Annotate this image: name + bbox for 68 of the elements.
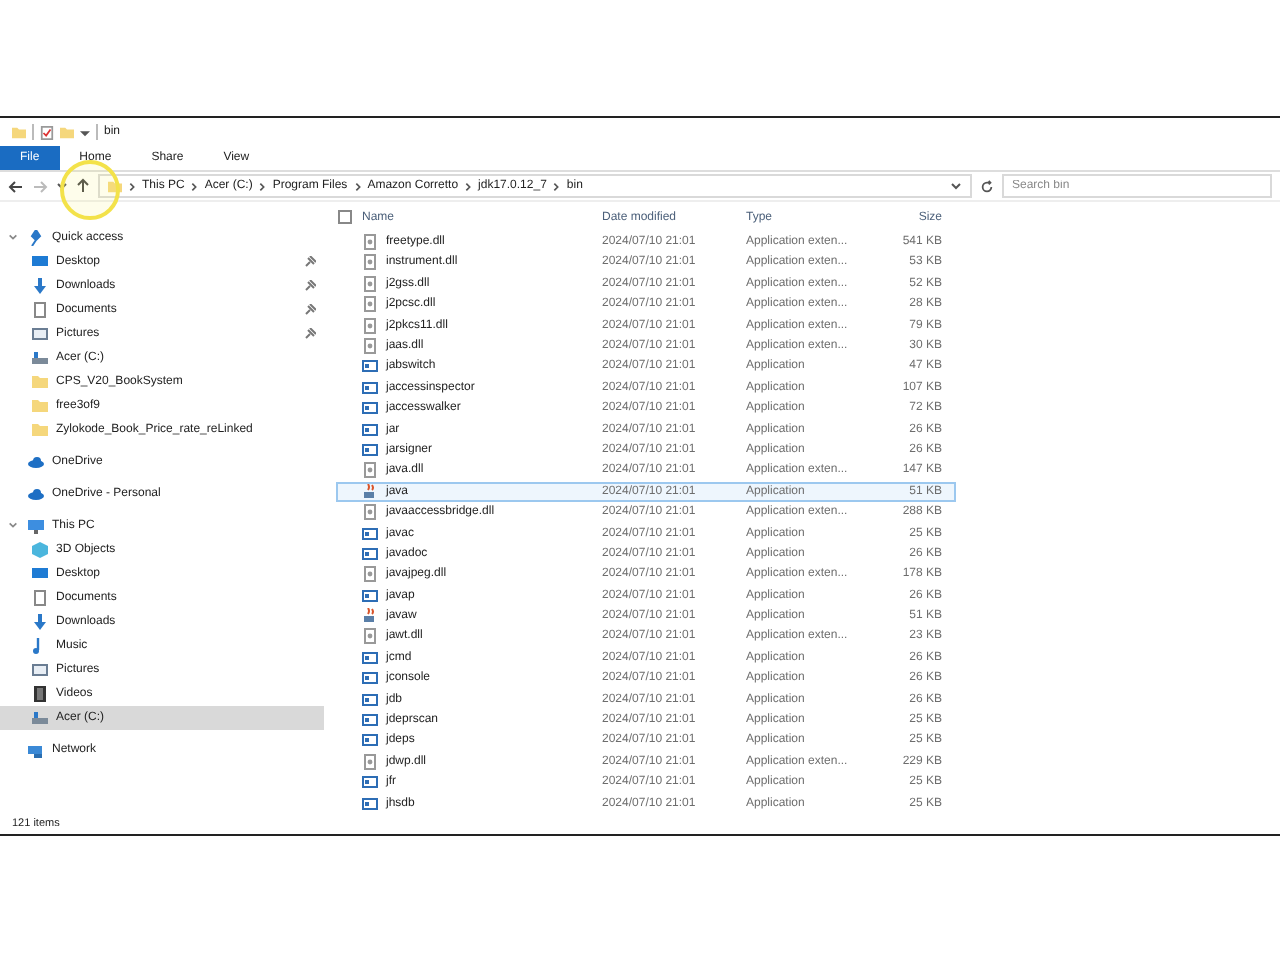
expand-caret-icon[interactable] [8, 519, 18, 529]
folder-icon [108, 179, 122, 193]
dll-file-icon [362, 462, 378, 479]
download-icon [32, 614, 48, 630]
chevron-icon [552, 181, 561, 191]
back-icon[interactable] [8, 179, 24, 193]
cloud-icon [28, 486, 44, 502]
desktop-icon [32, 566, 48, 582]
application-icon [362, 795, 378, 812]
application-icon [362, 670, 378, 687]
dll-file-icon [362, 753, 378, 770]
dll-file-icon [362, 338, 378, 355]
select-all-checkbox[interactable] [338, 210, 352, 225]
cube-icon [32, 542, 48, 558]
dll-file-icon [362, 234, 378, 251]
application-icon [362, 712, 378, 729]
dropdown-icon[interactable] [950, 180, 962, 192]
chevron-icon [464, 181, 473, 191]
network-icon [28, 742, 44, 758]
pin-icon [304, 256, 316, 268]
pictures-icon [32, 662, 48, 678]
application-icon [362, 545, 378, 562]
pin-icon [304, 304, 316, 316]
dll-file-icon [362, 275, 378, 292]
application-icon [362, 525, 378, 542]
application-icon [362, 441, 378, 458]
document-icon [32, 590, 48, 606]
coffee-cup-icon [362, 483, 378, 500]
document-icon [32, 302, 48, 318]
dropdown-icon[interactable] [80, 127, 90, 137]
pin-icon [304, 280, 316, 292]
pin-icon [304, 328, 316, 340]
dll-file-icon [362, 504, 378, 521]
dll-file-icon [362, 628, 378, 645]
up-icon[interactable] [76, 178, 90, 194]
refresh-icon[interactable] [980, 179, 994, 193]
expand-caret-icon[interactable] [8, 231, 18, 241]
chevron-icon [353, 181, 362, 191]
application-icon [362, 691, 378, 708]
application-icon [362, 774, 378, 791]
application-icon [362, 421, 378, 438]
application-icon [362, 649, 378, 666]
drive-icon [32, 350, 48, 366]
application-icon [362, 379, 378, 396]
recent-locations-icon[interactable] [56, 180, 68, 192]
pictures-icon [32, 326, 48, 342]
coffee-cup-icon [362, 608, 378, 625]
download-icon [32, 278, 48, 294]
cursor-highlight [60, 160, 120, 220]
film-icon [32, 686, 48, 702]
application-icon [362, 587, 378, 604]
desktop-icon [32, 254, 48, 270]
pin-icon [28, 230, 44, 246]
folder-icon [12, 125, 26, 139]
dll-file-icon [362, 317, 378, 334]
computer-icon [28, 518, 44, 534]
application-icon [362, 732, 378, 749]
dll-file-icon [362, 566, 378, 583]
application-icon [362, 358, 378, 375]
dll-file-icon [362, 254, 378, 271]
application-icon [362, 400, 378, 417]
dll-file-icon [362, 296, 378, 313]
chevron-icon [258, 181, 267, 191]
chevron-icon [190, 181, 199, 191]
properties-icon[interactable] [40, 125, 54, 139]
drive-icon [32, 710, 48, 726]
chevron-icon [128, 181, 136, 191]
cloud-icon [28, 454, 44, 470]
